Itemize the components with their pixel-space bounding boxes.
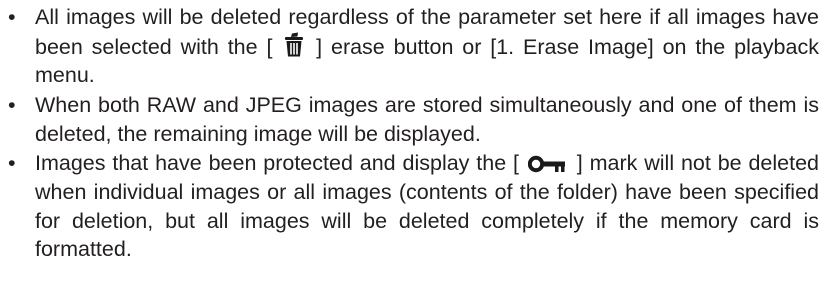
bullet-mark: • [8,5,16,29]
bullet-mark: • [8,92,16,117]
bullet-mark: • [8,151,16,176]
notes-list: • All images will be deleted regardless … [0,3,825,265]
note-protected-images: • Images that have been protected and di… [0,149,825,263]
note-raw-jpeg: • When both RAW and JPEG images are stor… [0,91,825,148]
note-text: When both RAW and JPEG images are stored… [35,92,819,146]
note-text-before-icon: Images that have been protected and disp… [35,151,520,176]
trash-erase-icon [283,32,305,58]
note-erase-all: • All images will be deleted regardless … [0,3,825,90]
key-protect-icon [527,154,568,174]
